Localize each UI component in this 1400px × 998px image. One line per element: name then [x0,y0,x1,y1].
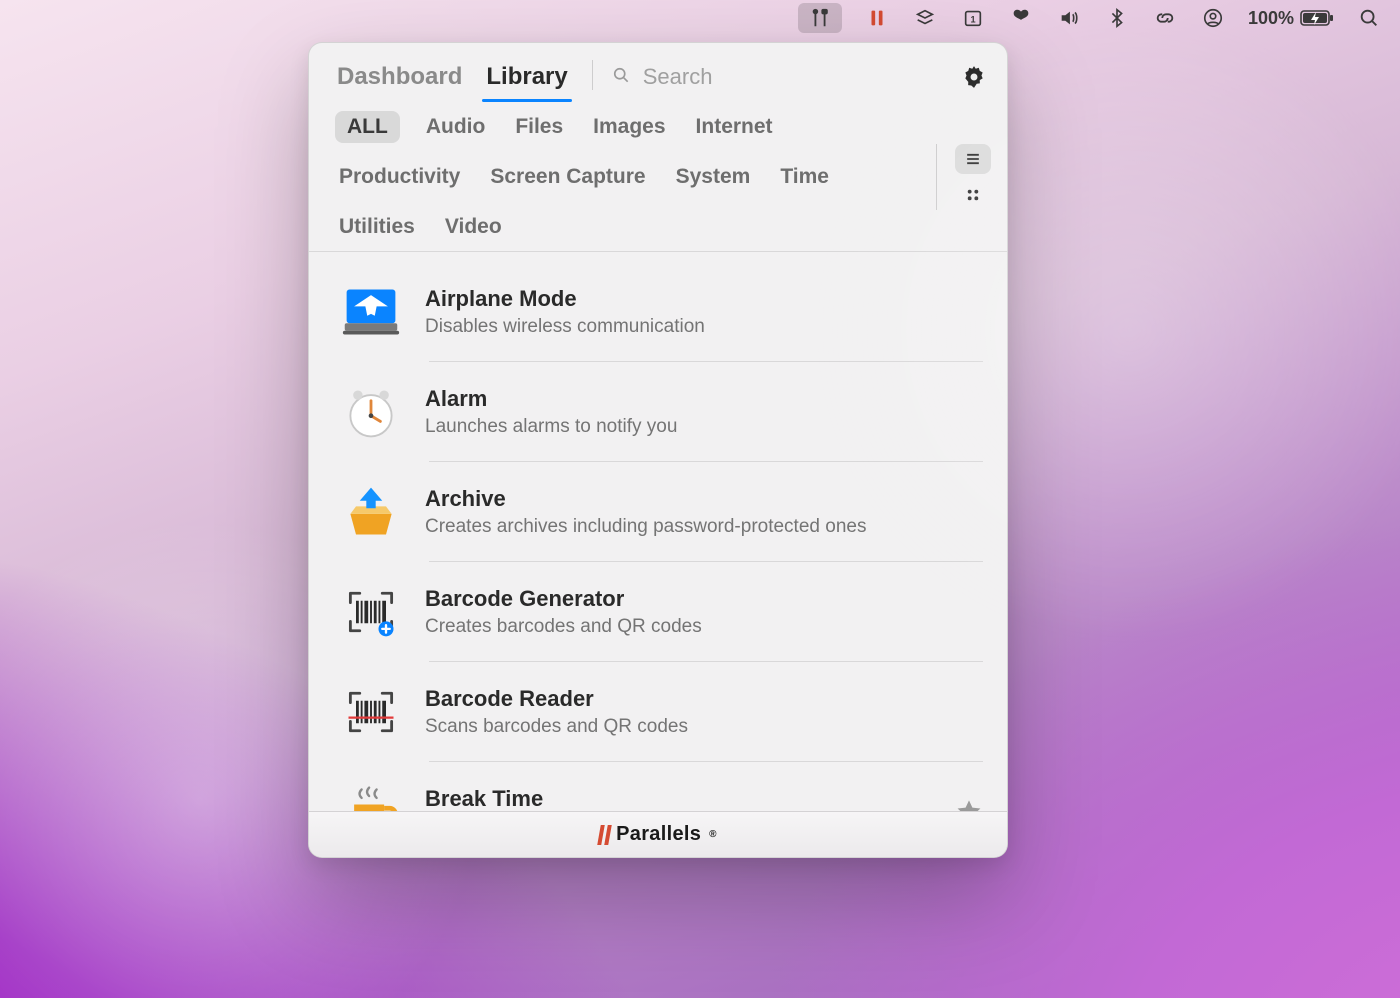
view-toggle [936,144,991,210]
search-icon [611,65,631,90]
filter-productivity[interactable]: Productivity [335,161,464,193]
user-menu-icon[interactable] [1200,5,1226,31]
volume-menu-icon[interactable] [1056,5,1082,31]
tool-texts: Alarm Launches alarms to notify you [425,386,983,438]
alarm-icon [339,380,403,444]
filter-internet[interactable]: Internet [692,111,777,143]
favorite-star-icon[interactable] [955,798,983,811]
butterfly-menu-icon[interactable] [1008,5,1034,31]
tab-dashboard[interactable]: Dashboard [337,63,462,101]
tool-title: Barcode Generator [425,586,983,612]
break-time-icon [339,780,403,811]
panel-tabs: Dashboard Library [337,53,568,101]
tool-subtitle: Disables wireless communication [425,316,983,338]
tab-library[interactable]: Library [486,63,567,101]
menubar: 1 [0,0,1400,36]
tools-list: Airplane Mode Disables wireless communic… [309,252,1007,811]
archive-icon [339,480,403,544]
filter-chips: ALL Audio Files Images Internet Producti… [335,111,924,243]
tool-row-barcode-generator[interactable]: Barcode Generator Creates barcodes and Q… [339,562,983,662]
panel-top-row: Dashboard Library [309,43,1007,101]
tool-title: Alarm [425,386,983,412]
tool-title: Archive [425,486,983,512]
grid-view-button[interactable] [955,180,991,210]
barcode-reader-icon [339,680,403,744]
tool-texts: Airplane Mode Disables wireless communic… [425,286,983,338]
tool-row-archive[interactable]: Archive Creates archives including passw… [339,462,983,562]
parallels-toolbox-menu-icon[interactable] [798,3,842,33]
calendar-menu-icon[interactable]: 1 [960,5,986,31]
search-input[interactable] [641,63,961,91]
tool-subtitle: Creates barcodes and QR codes [425,616,983,638]
link-menu-icon[interactable] [1152,5,1178,31]
tool-texts: Archive Creates archives including passw… [425,486,983,538]
tool-subtitle: Launches alarms to notify you [425,416,983,438]
tool-texts: Barcode Reader Scans barcodes and QR cod… [425,686,983,738]
tool-title: Airplane Mode [425,286,983,312]
list-view-button[interactable] [955,144,991,174]
tool-row-break-time[interactable]: Break Time Reminds to take regular break… [339,762,983,811]
battery-menu-item[interactable]: 100% [1248,8,1334,29]
battery-level-text: 100% [1248,8,1294,29]
tool-row-barcode-reader[interactable]: Barcode Reader Scans barcodes and QR cod… [339,662,983,762]
pause-menu-icon[interactable] [864,5,890,31]
filter-files[interactable]: Files [511,111,567,143]
parallels-brand: Parallels ® [599,823,717,846]
filter-time[interactable]: Time [776,161,833,193]
top-divider [592,60,593,90]
tool-texts: Barcode Generator Creates barcodes and Q… [425,586,983,638]
filter-video[interactable]: Video [441,211,506,243]
svg-text:1: 1 [970,15,975,25]
filter-screen-capture[interactable]: Screen Capture [486,161,649,193]
tool-subtitle: Scans barcodes and QR codes [425,716,983,738]
grid-icon [963,185,983,205]
spotlight-menu-icon[interactable] [1356,5,1382,31]
brand-registered: ® [709,829,717,840]
list-icon [963,149,983,169]
desktop-background: 1 [0,0,1400,998]
toolbox-panel: Dashboard Library [308,42,1008,858]
tool-texts: Break Time Reminds to take regular break… [425,786,933,811]
filter-all[interactable]: ALL [335,111,400,143]
filter-system[interactable]: System [672,161,755,193]
airplane-mode-icon [339,280,403,344]
filter-utilities[interactable]: Utilities [335,211,419,243]
filter-row: ALL Audio Files Images Internet Producti… [309,101,1007,252]
stack-menu-icon[interactable] [912,5,938,31]
panel-footer: Parallels ® [309,811,1007,857]
brand-text: Parallels [616,823,701,846]
parallels-logo-bars-icon [599,825,610,845]
bluetooth-menu-icon[interactable] [1104,5,1130,31]
tool-row-airplane-mode[interactable]: Airplane Mode Disables wireless communic… [339,262,983,362]
tool-title: Break Time [425,786,933,811]
tool-title: Barcode Reader [425,686,983,712]
settings-button[interactable] [961,64,987,90]
filter-images[interactable]: Images [589,111,669,143]
tool-subtitle: Creates archives including password-prot… [425,516,983,538]
tool-row-alarm[interactable]: Alarm Launches alarms to notify you [339,362,983,462]
barcode-generator-icon [339,580,403,644]
filter-audio[interactable]: Audio [422,111,489,143]
search-wrap [611,63,961,91]
gear-icon [961,64,987,90]
